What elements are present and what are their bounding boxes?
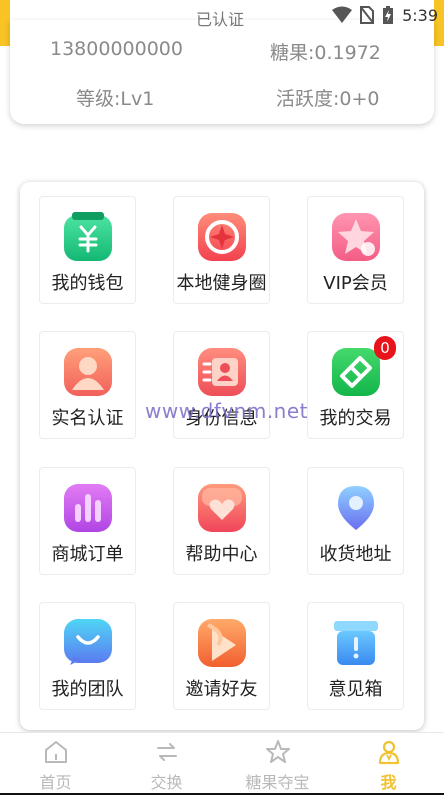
menu-grid-card: 我的钱包 本地健身圈 VIP会员 实名认证 身份信息 0 我的交易 商城订单 帮… <box>20 182 424 730</box>
fitness-circle-icon <box>196 211 248 263</box>
activity-score: 活跃度:0+0 <box>276 88 380 110</box>
grid-item-help-center[interactable]: 帮助中心 <box>173 467 270 575</box>
nav-me-label: 我 <box>380 773 397 792</box>
status-bar: 已认证 5:39 <box>0 0 444 32</box>
wallet-icon <box>62 211 114 263</box>
nav-home[interactable]: 首页 <box>0 739 111 793</box>
suggestion-box-icon <box>330 617 382 669</box>
grid-item-wallet[interactable]: 我的钱包 <box>39 196 136 304</box>
nav-exchange-label: 交换 <box>150 773 183 792</box>
user-verify-icon <box>62 346 114 398</box>
grid-item-label: 邀请好友 <box>185 679 258 700</box>
wifi-icon <box>332 6 353 23</box>
grid-item-my-team[interactable]: 我的团队 <box>39 602 136 710</box>
user-icon <box>378 740 399 765</box>
location-pin-icon <box>330 482 382 534</box>
no-sim-icon <box>360 6 375 24</box>
grid-item-label: 收货地址 <box>319 544 392 565</box>
vip-star-icon <box>330 211 382 263</box>
exchange-icon <box>156 743 177 761</box>
star-icon <box>265 740 290 763</box>
trade-count-badge: 0 <box>374 336 396 360</box>
grid-item-my-trades[interactable]: 0 我的交易 <box>307 331 404 439</box>
grid-item-fitness-circle[interactable]: 本地健身圈 <box>173 196 270 304</box>
nav-candy-treasure[interactable]: 糖果夺宝 <box>222 739 333 793</box>
grid-item-label: 我的交易 <box>319 408 392 429</box>
nav-candy-treasure-label: 糖果夺宝 <box>245 773 310 792</box>
grid-item-label: 我的团队 <box>51 679 124 700</box>
profile-card: 13800000000 糖果:0.1972 等级:Lv1 活跃度:0+0 <box>10 20 434 124</box>
grid-item-label: VIP会员 <box>323 273 388 294</box>
grid-item-vip[interactable]: VIP会员 <box>307 196 404 304</box>
candy-balance: 糖果:0.1972 <box>270 42 381 64</box>
home-icon <box>44 741 67 763</box>
watermark-text: www.dfvnm.net <box>145 399 309 423</box>
phone-number: 13800000000 <box>50 38 183 60</box>
grid-item-suggestion-box[interactable]: 意见箱 <box>307 602 404 710</box>
user-level: 等级:Lv1 <box>76 88 155 110</box>
bottom-nav: 首页 交换 糖果夺宝 我 <box>0 732 444 795</box>
team-chat-icon <box>62 617 114 669</box>
orders-chart-icon <box>62 482 114 534</box>
status-verified-text: 已认证 <box>196 10 245 29</box>
grid-item-shipping-address[interactable]: 收货地址 <box>307 467 404 575</box>
status-time: 5:39 <box>402 5 438 25</box>
grid-item-label: 意见箱 <box>328 679 383 700</box>
nav-me[interactable]: 我 <box>333 739 444 793</box>
grid-item-label: 帮助中心 <box>185 544 258 565</box>
nav-home-label: 首页 <box>39 773 72 792</box>
grid-item-label: 我的钱包 <box>51 273 124 294</box>
grid-item-label: 本地健身圈 <box>176 273 267 294</box>
battery-charging-icon <box>383 6 394 24</box>
help-heart-icon <box>196 482 248 534</box>
nav-exchange[interactable]: 交换 <box>111 739 222 793</box>
invite-play-icon <box>196 617 248 669</box>
trade-icon: 0 <box>330 336 396 398</box>
grid-item-label: 商城订单 <box>51 544 124 565</box>
id-card-icon <box>196 346 248 398</box>
grid-item-real-name[interactable]: 实名认证 <box>39 331 136 439</box>
grid-item-invite-friends[interactable]: 邀请好友 <box>173 602 270 710</box>
grid-item-label: 实名认证 <box>51 408 124 429</box>
grid-item-mall-orders[interactable]: 商城订单 <box>39 467 136 575</box>
